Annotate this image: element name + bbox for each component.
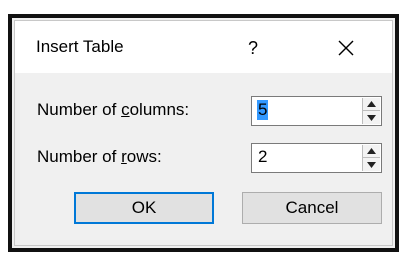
dialog-title: Insert Table [36,37,124,56]
triangle-up-icon [367,148,376,154]
rows-label-suffix: ows: [126,147,162,166]
rows-value[interactable]: 2 [257,147,268,167]
ok-button[interactable]: OK [74,192,214,224]
close-icon [338,40,354,56]
columns-value[interactable]: 5 [257,100,269,120]
cancel-button[interactable]: Cancel [242,192,382,224]
columns-decrement-button[interactable] [363,111,380,124]
rows-spin-buttons [362,145,380,171]
rows-spinbox[interactable]: 2 [251,143,382,173]
help-button[interactable]: ? [237,35,269,61]
close-button[interactable] [329,33,363,63]
columns-label-suffix: olumns: [129,100,190,119]
triangle-down-icon [367,161,376,168]
triangle-up-icon [367,101,376,107]
rows-increment-button[interactable] [363,145,380,158]
title-bar: Insert Table ? [15,21,392,73]
columns-spinbox[interactable]: 5 [251,96,382,126]
columns-spin-buttons [362,98,380,124]
columns-increment-button[interactable] [363,98,380,111]
columns-label-prefix: Number of [37,100,122,119]
rows-decrement-button[interactable] [363,158,380,171]
columns-label: Number of columns: [37,100,189,120]
insert-table-dialog: Insert Table ? Number of columns: 5 Numb… [14,20,393,246]
columns-label-accel: c [121,100,130,119]
rows-label: Number of rows: [37,147,162,167]
rows-label-prefix: Number of [37,147,122,166]
triangle-down-icon [367,114,376,121]
